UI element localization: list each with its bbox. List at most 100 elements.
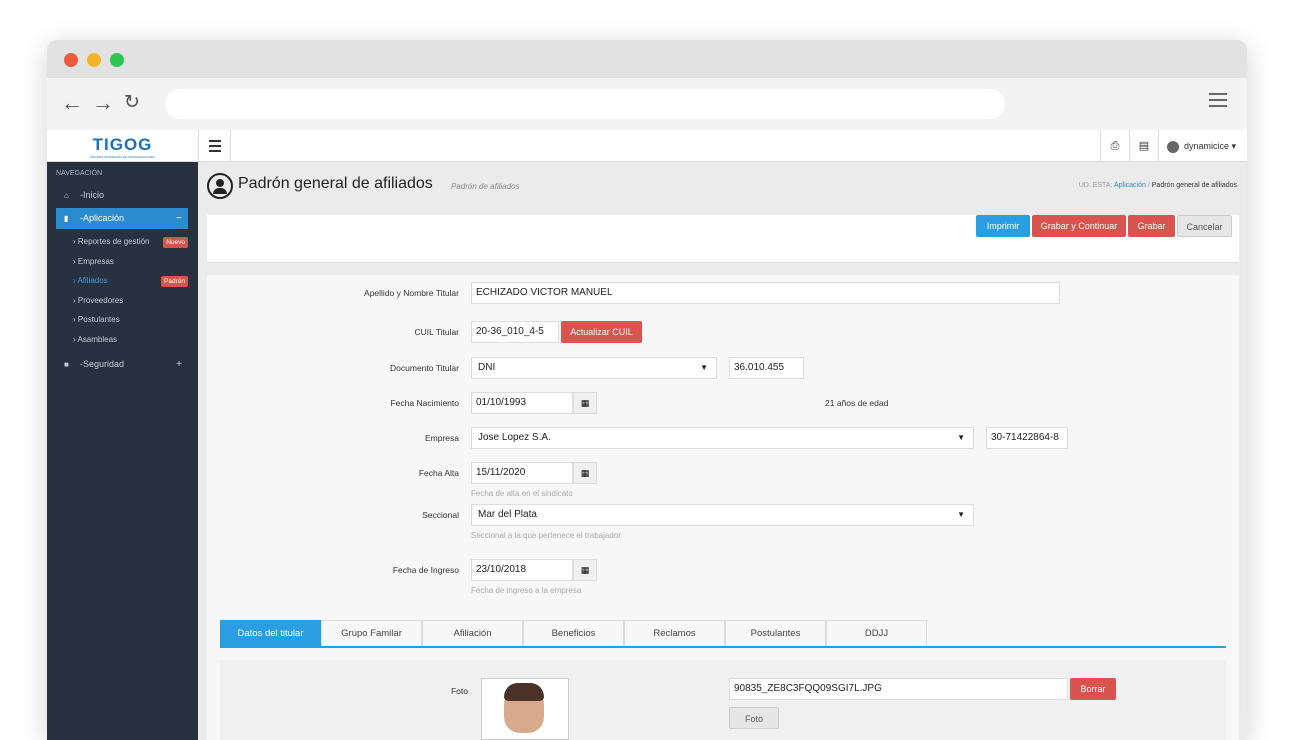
url-bar[interactable] <box>165 89 1005 119</box>
tab-panel-datos-titular: Foto 90835_ZE8C3FQQ09SGI7L.JPG Borrar Fo… <box>220 660 1226 740</box>
tab-beneficios[interactable]: Beneficios <box>523 620 624 646</box>
alta-help-text: Fecha de alta en el sindicato <box>471 489 573 498</box>
tab-grupo-familiar[interactable]: Grupo Familar <box>321 620 422 646</box>
sidebar-toggle-icon[interactable] <box>198 130 231 162</box>
app-topbar: TIGOG SISTEMA INTEGRADO DE ORGANIZACIONE… <box>47 130 1247 162</box>
cuil-label: CUIL Titular <box>414 327 459 337</box>
titular-name-input[interactable]: ECHIZADO VICTOR MANUEL <box>471 282 1060 304</box>
tab-reclamos[interactable]: Reclamos <box>624 620 725 646</box>
sidebar-subitem-asambleas[interactable]: › Asambleas <box>73 332 188 348</box>
print-button[interactable]: Imprimir <box>976 215 1030 237</box>
sidebar-subitem-afiliados[interactable]: › Afiliados Padrón <box>73 273 188 289</box>
alta-date-input[interactable]: 15/11/2020 <box>471 462 573 484</box>
tab-ddjj[interactable]: DDJJ <box>826 620 927 646</box>
chevron-right-icon: › <box>73 315 76 324</box>
delete-photo-button[interactable]: Borrar <box>1070 678 1116 700</box>
company-select[interactable]: Jose Lopez S.A. ▼ <box>471 427 974 449</box>
breadcrumb-separator: / <box>1147 182 1150 189</box>
sidebar-subitem-reportes[interactable]: › Reportes de gestión Nuevo <box>73 234 188 250</box>
chevron-right-icon: › <box>73 296 76 305</box>
cuil-input[interactable]: 20-36_010_4-5 <box>471 321 559 343</box>
seccional-label: Seccional <box>422 510 459 520</box>
user-menu[interactable]: dynamicice ▾ <box>1158 130 1247 162</box>
page-title: Padrón general de afiliados <box>238 175 433 192</box>
birth-date-label: Fecha Nacimiento <box>390 398 459 408</box>
home-icon: ⌂ <box>64 191 69 200</box>
seccional-value: Mar del Plata <box>478 509 537 520</box>
breadcrumb: UD. ESTA: Aplicación / Padrón general de… <box>1079 182 1237 189</box>
collapse-icon[interactable]: − <box>176 208 182 229</box>
sidebar-item-inicio[interactable]: ⌂ -Inicio <box>56 185 188 206</box>
company-value: Jose Lopez S.A. <box>478 432 551 443</box>
cancel-button[interactable]: Cancelar <box>1177 215 1232 237</box>
save-button[interactable]: Grabar <box>1128 215 1175 237</box>
update-cuil-button[interactable]: Actualizar CUIL <box>561 321 642 343</box>
arrow-right-icon[interactable]: → <box>92 90 114 116</box>
minimize-window-button[interactable] <box>87 53 101 67</box>
tab-datos-titular[interactable]: Datos del titular <box>220 620 321 646</box>
calendar-icon[interactable]: ▦ <box>573 559 597 581</box>
breadcrumb-link[interactable]: Aplicación <box>1114 182 1146 189</box>
sidebar-subitem-postulantes[interactable]: › Postulantes <box>73 312 188 328</box>
chevron-down-icon: ▾ <box>1231 141 1237 151</box>
sidebar-subitem-empresas[interactable]: › Empresas <box>73 254 188 270</box>
calendar-icon[interactable]: ▦ <box>573 392 597 414</box>
chevron-down-icon: ▼ <box>957 510 965 519</box>
hamburger-icon[interactable] <box>1209 93 1227 107</box>
save-continue-button[interactable]: Grabar y Continuar <box>1032 215 1126 237</box>
photo-upload-button[interactable]: Foto <box>729 707 779 729</box>
hair-image <box>504 683 544 701</box>
sidebar-subitem-label: Proveedores <box>77 296 124 305</box>
photo-filename-input[interactable]: 90835_ZE8C3FQQ09SGI7L.JPG <box>729 678 1068 700</box>
action-bar: Imprimir Grabar y Continuar Grabar Cance… <box>207 215 1239 263</box>
chevron-right-icon: › <box>73 276 76 285</box>
ingreso-date-label: Fecha de Ingreso <box>392 565 459 575</box>
printer-icon[interactable]: ⎙ <box>1100 130 1129 162</box>
ingreso-date-input[interactable]: 23/10/2018 <box>471 559 573 581</box>
chevron-down-icon: ▼ <box>700 363 708 372</box>
chevron-down-icon: ▼ <box>957 433 965 442</box>
browser-window: ← → ↻ TIGOG SISTEMA INTEGRADO DE ORGANIZ… <box>47 40 1247 740</box>
arrow-left-icon[interactable]: ← <box>61 90 83 116</box>
breadcrumb-prefix: UD. ESTA: <box>1078 182 1113 189</box>
page-header: Padrón general de afiliados Padrón de af… <box>207 170 1237 200</box>
chevron-right-icon: › <box>73 237 76 246</box>
file-icon: ▮ <box>64 214 69 223</box>
new-badge: Nuevo <box>163 237 188 248</box>
document-type-select[interactable]: DNI ▼ <box>471 357 717 379</box>
sidebar-heading: NAVEGACIÓN <box>56 170 103 177</box>
chevron-right-icon: › <box>73 257 76 266</box>
affiliate-form: Apellido y Nombre Titular ECHIZADO VICTO… <box>207 275 1239 740</box>
ingreso-help-text: Fecha de ingreso a la empresa <box>471 586 582 595</box>
calculator-icon[interactable]: ▤ <box>1129 130 1158 162</box>
breadcrumb-current: Padrón general de afiliados <box>1151 182 1237 189</box>
close-window-button[interactable] <box>64 53 78 67</box>
form-tabs: Datos del titular Grupo Familar Afiliaci… <box>220 620 1226 648</box>
sidebar-item-seguridad[interactable]: ■ -Seguridad + <box>56 354 188 375</box>
expand-icon[interactable]: + <box>176 354 182 375</box>
sidebar-item-label: -Inicio <box>80 190 105 200</box>
logo-subtitle: SISTEMA INTEGRADO DE ORGANIZACIONES <box>90 155 155 159</box>
seccional-select[interactable]: Mar del Plata ▼ <box>471 504 974 526</box>
sidebar-item-label: -Aplicación <box>80 213 125 223</box>
birth-date-input[interactable]: 01/10/1993 <box>471 392 573 414</box>
reload-icon[interactable]: ↻ <box>124 90 140 116</box>
padron-badge: Padrón <box>161 276 188 287</box>
maximize-window-button[interactable] <box>110 53 124 67</box>
sidebar-subitem-proveedores[interactable]: › Proveedores <box>73 293 188 309</box>
tab-afiliacion[interactable]: Afiliación <box>422 620 523 646</box>
document-type-value: DNI <box>478 362 496 373</box>
tab-postulantes[interactable]: Postulantes <box>725 620 826 646</box>
document-number-input[interactable]: 36.010.455 <box>729 357 804 379</box>
profile-photo <box>481 678 569 740</box>
document-label: Documento Titular <box>390 363 459 373</box>
app-logo[interactable]: TIGOG SISTEMA INTEGRADO DE ORGANIZACIONE… <box>47 130 198 162</box>
photo-label: Foto <box>450 686 468 696</box>
seccional-help-text: Seccional a la que pertenece el trabajad… <box>471 531 621 540</box>
sidebar-item-aplicacion[interactable]: ▮ -Aplicación − <box>56 208 188 229</box>
lock-icon: ■ <box>64 360 69 369</box>
calendar-icon[interactable]: ▦ <box>573 462 597 484</box>
browser-toolbar: ← → ↻ <box>47 78 1247 130</box>
company-cuit-input[interactable]: 30-71422864-8 <box>986 427 1068 449</box>
main-content: Padrón general de afiliados Padrón de af… <box>198 162 1247 740</box>
